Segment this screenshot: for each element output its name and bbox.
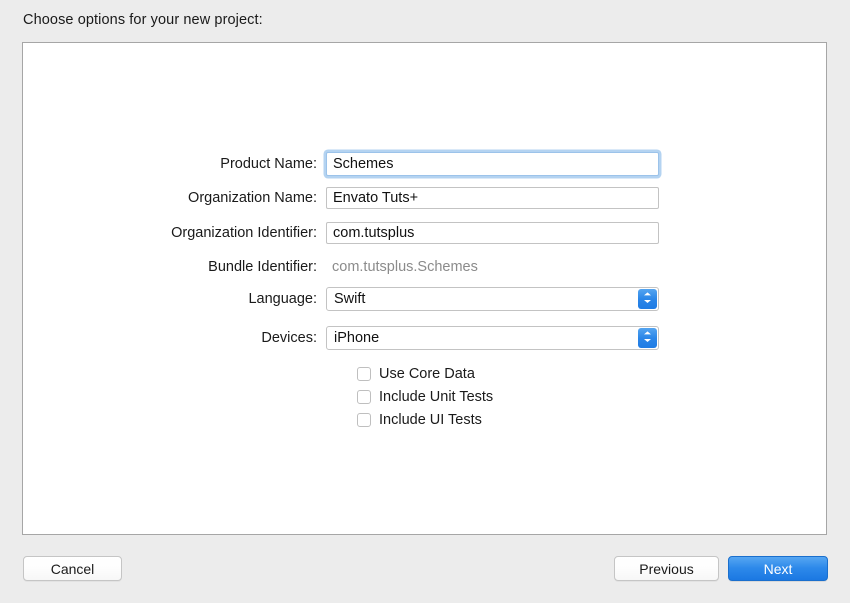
product-name-label: Product Name: bbox=[220, 156, 317, 172]
organization-name-input[interactable] bbox=[326, 187, 659, 209]
devices-select[interactable]: iPhone bbox=[326, 326, 659, 350]
chevron-up-down-icon[interactable] bbox=[638, 289, 657, 309]
checkbox-row-include-ui-tests[interactable]: Include UI Tests bbox=[357, 410, 482, 430]
bundle-identifier-label: Bundle Identifier: bbox=[208, 259, 317, 275]
use-core-data-label: Use Core Data bbox=[379, 366, 475, 382]
form-row-product-name: Product Name: bbox=[23, 152, 826, 176]
form-row-organization-identifier: Organization Identifier: bbox=[23, 222, 826, 244]
checkbox-row-use-core-data[interactable]: Use Core Data bbox=[357, 364, 475, 384]
checkbox-row-include-unit-tests[interactable]: Include Unit Tests bbox=[357, 387, 493, 407]
bundle-identifier-value: com.tutsplus.Schemes bbox=[332, 259, 478, 275]
checkbox-unchecked-icon[interactable] bbox=[357, 413, 371, 427]
include-ui-tests-label: Include UI Tests bbox=[379, 412, 482, 428]
options-panel: Product Name: Organization Name: Organizat… bbox=[22, 42, 827, 535]
form-row-language: Language: Swift bbox=[23, 287, 826, 311]
next-button[interactable]: Next bbox=[728, 556, 828, 581]
previous-button[interactable]: Previous bbox=[614, 556, 719, 581]
form-row-organization-name: Organization Name: bbox=[23, 187, 826, 209]
language-label: Language: bbox=[248, 291, 317, 307]
organization-identifier-input[interactable] bbox=[326, 222, 659, 244]
form-row-bundle-identifier: Bundle Identifier: com.tutsplus.Schemes bbox=[23, 256, 826, 278]
organization-name-label: Organization Name: bbox=[188, 190, 317, 206]
devices-label: Devices: bbox=[261, 330, 317, 346]
checkbox-unchecked-icon[interactable] bbox=[357, 367, 371, 381]
chevron-up-down-icon[interactable] bbox=[638, 328, 657, 348]
checkbox-unchecked-icon[interactable] bbox=[357, 390, 371, 404]
dialog-prompt: Choose options for your new project: bbox=[23, 12, 263, 28]
form-row-devices: Devices: iPhone bbox=[23, 326, 826, 350]
language-selected-value: Swift bbox=[334, 291, 366, 307]
devices-selected-value: iPhone bbox=[334, 330, 380, 346]
organization-identifier-label: Organization Identifier: bbox=[171, 225, 317, 241]
product-name-input[interactable] bbox=[326, 152, 659, 176]
include-unit-tests-label: Include Unit Tests bbox=[379, 389, 494, 405]
language-select[interactable]: Swift bbox=[326, 287, 659, 311]
cancel-button[interactable]: Cancel bbox=[23, 556, 122, 581]
